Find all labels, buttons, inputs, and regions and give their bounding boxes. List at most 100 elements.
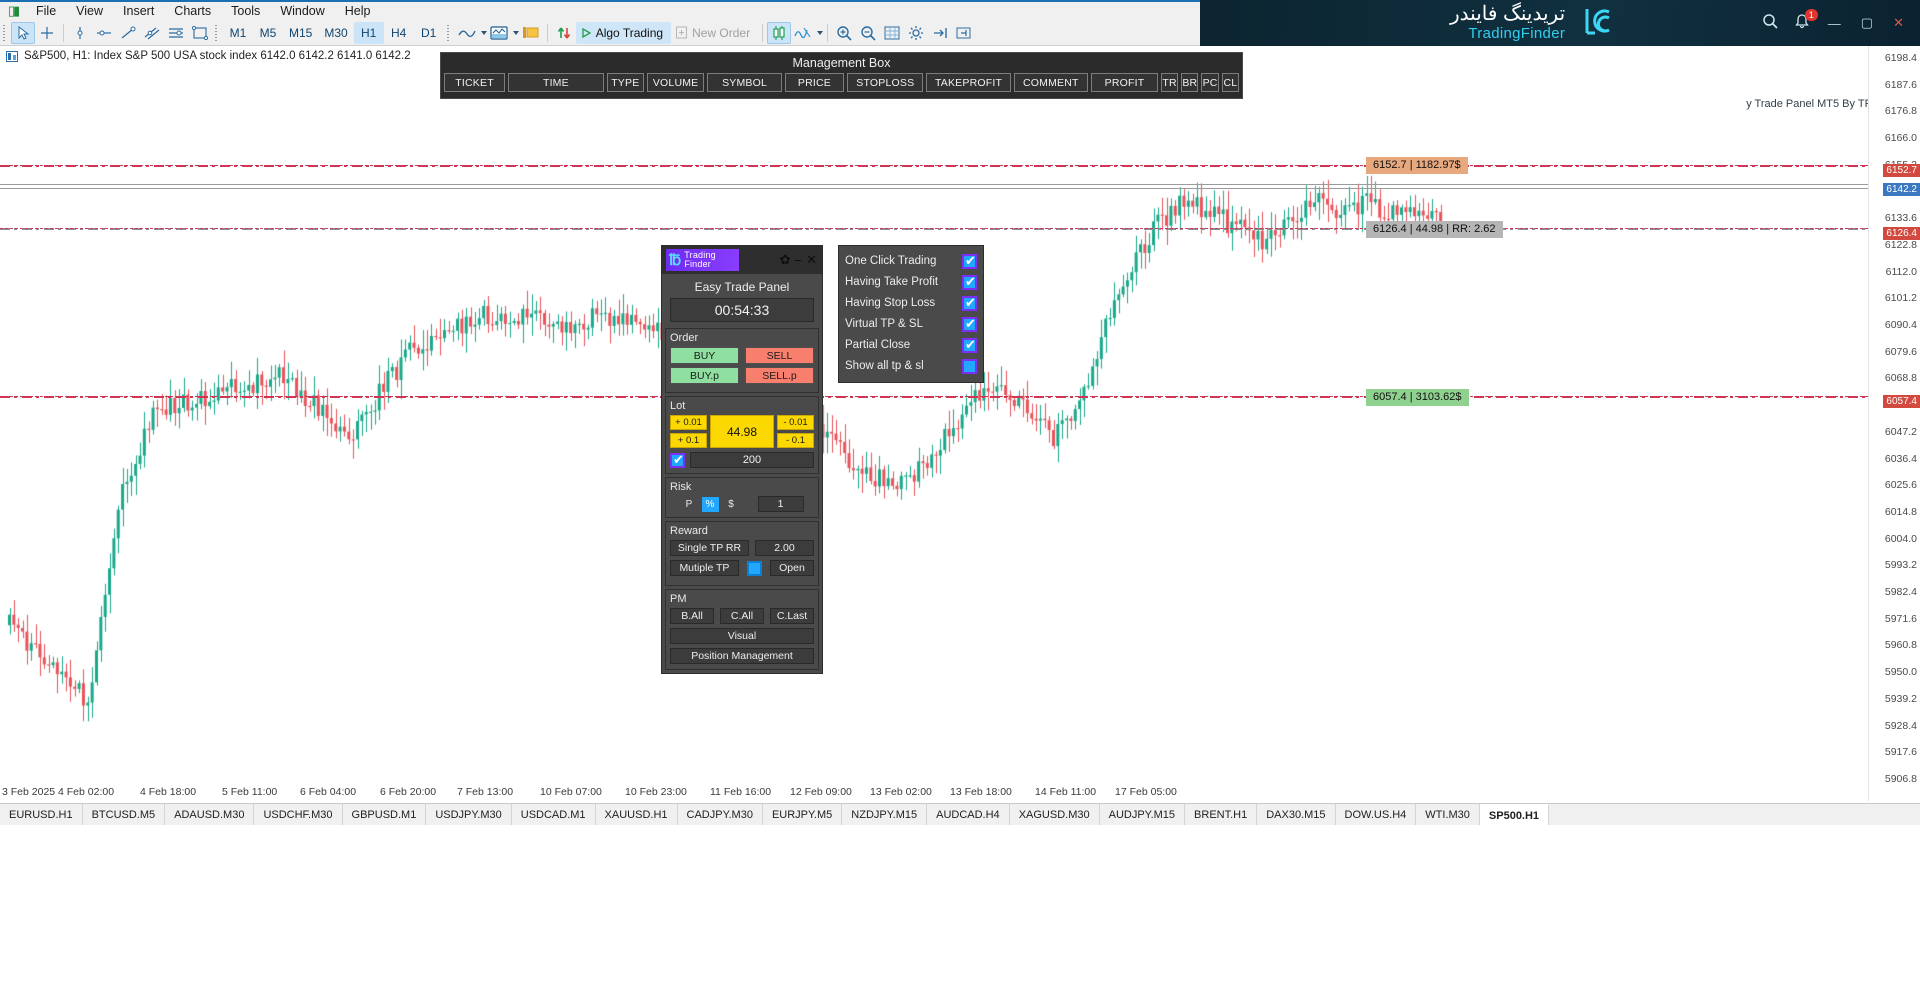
easy-trade-panel[interactable]: ℔ Trading Finder ✿ − ✕ Easy Trade Panel … <box>661 245 823 674</box>
symbol-tab-sp500-h1[interactable]: SP500.H1 <box>1480 804 1549 825</box>
symbol-tab-usdcad-m1[interactable]: USDCAD.M1 <box>512 804 596 825</box>
lot-value-field[interactable]: 44.98 <box>710 415 774 448</box>
up-down-arrows-icon[interactable] <box>552 22 576 44</box>
price-tag[interactable]: 6057.4 <box>1883 395 1920 408</box>
fibonacci-icon[interactable] <box>164 22 188 44</box>
position-management-button[interactable]: Position Management <box>670 648 814 664</box>
lot-checkbox[interactable] <box>670 453 685 468</box>
btn-br[interactable]: BR <box>1181 73 1198 92</box>
zoom-in-icon[interactable] <box>832 22 856 44</box>
options-panel[interactable]: One Click Trading Having Take Profit Hav… <box>838 245 984 383</box>
timeframe-m30[interactable]: M30 <box>318 22 353 44</box>
menu-item-file[interactable]: File <box>26 1 66 21</box>
menu-item-view[interactable]: View <box>66 1 113 21</box>
bell-icon[interactable]: 1 <box>1794 13 1810 33</box>
lot-minus-small-button[interactable]: - 0.01 <box>777 415 814 430</box>
option-row-having-take-profit[interactable]: Having Take Profit <box>845 272 977 292</box>
single-tp-value-field[interactable]: 2.00 <box>755 540 814 556</box>
buy-button[interactable]: BUY <box>670 347 739 364</box>
menu-item-charts[interactable]: Charts <box>164 1 221 21</box>
chart-area[interactable]: S&P500, H1: Index S&P 500 USA stock inde… <box>0 46 1920 801</box>
trendline-icon[interactable] <box>116 22 140 44</box>
sell-pending-button[interactable]: SELL.p <box>745 367 814 384</box>
level-label-6152[interactable]: 6152.7 | 1182.97$ <box>1366 157 1468 174</box>
option-row-virtual-tp-sl[interactable]: Virtual TP & SL <box>845 314 977 334</box>
close-icon[interactable]: ✕ <box>805 252 818 268</box>
lot-plus-small-button[interactable]: + 0.01 <box>670 415 707 430</box>
grid-icon[interactable] <box>880 22 904 44</box>
symbol-tab-dow-us-h4[interactable]: DOW.US.H4 <box>1336 804 1417 825</box>
symbol-tab-gbpusd-m1[interactable]: GBPUSD.M1 <box>343 804 427 825</box>
symbol-tab-eurusd-h1[interactable]: EURUSD.H1 <box>0 804 83 825</box>
horizontal-line-icon[interactable] <box>92 22 116 44</box>
symbol-tab-cadjpy-m30[interactable]: CADJPY.M30 <box>678 804 763 825</box>
timeframe-d1[interactable]: D1 <box>414 22 444 44</box>
close-icon[interactable]: ✕ <box>1891 15 1906 31</box>
symbol-tab-btcusd-m5[interactable]: BTCUSD.M5 <box>83 804 166 825</box>
symbol-tab-nzdjpy-m15[interactable]: NZDJPY.M15 <box>842 804 927 825</box>
checkbox-partial-close[interactable] <box>962 338 977 353</box>
template-icon[interactable] <box>487 22 511 44</box>
level-label-6126[interactable]: 6126.4 | 44.98 | RR: 2.62 <box>1366 221 1503 238</box>
visual-button[interactable]: Visual <box>670 628 814 644</box>
gear-icon[interactable] <box>904 22 928 44</box>
price-tag[interactable]: 6126.4 <box>1883 227 1920 240</box>
chevron-down-icon-2[interactable] <box>513 31 519 35</box>
panel-titlebar[interactable]: ℔ Trading Finder ✿ − ✕ <box>662 246 822 274</box>
buy-pending-button[interactable]: BUY.p <box>670 367 739 384</box>
chart-shift-icon[interactable] <box>952 22 976 44</box>
timeframe-m1[interactable]: M1 <box>223 22 253 44</box>
open-button[interactable]: Open <box>770 560 814 576</box>
cursor-arrow-icon[interactable] <box>11 22 35 44</box>
symbol-tab-audcad-h4[interactable]: AUDCAD.H4 <box>927 804 1010 825</box>
symbol-tab-xagusd-m30[interactable]: XAGUSD.M30 <box>1010 804 1100 825</box>
checkbox-show-all-tp-sl[interactable] <box>962 359 977 374</box>
option-row-having-stop-loss[interactable]: Having Stop Loss <box>845 293 977 313</box>
symbol-tab-wti-m30[interactable]: WTI.M30 <box>1416 804 1480 825</box>
autoscroll-icon[interactable] <box>928 22 952 44</box>
single-tp-rr-button[interactable]: Single TP RR <box>670 540 749 556</box>
chevron-down-icon[interactable] <box>481 31 487 35</box>
symbol-tab-bar[interactable]: EURUSD.H1BTCUSD.M5ADAUSD.M30USDCHF.M30GB… <box>0 803 1920 825</box>
price-tag[interactable]: 6142.2 <box>1883 183 1920 196</box>
equidistant-channel-icon[interactable] <box>140 22 164 44</box>
candlestick-icon[interactable] <box>767 22 791 44</box>
multiple-tp-button[interactable]: Mutiple TP <box>670 560 739 576</box>
col-takeprofit[interactable]: TAKEPROFIT <box>926 73 1010 92</box>
col-type[interactable]: TYPE <box>607 73 644 92</box>
checkbox-one-click-trading[interactable] <box>962 254 977 269</box>
close-all-button[interactable]: C.All <box>720 608 764 624</box>
risk-mode-percent[interactable]: % <box>702 497 719 512</box>
symbol-tab-usdjpy-m30[interactable]: USDJPY.M30 <box>426 804 511 825</box>
menu-item-window[interactable]: Window <box>270 1 334 21</box>
option-row-one-click-trading[interactable]: One Click Trading <box>845 251 977 271</box>
col-comment[interactable]: COMMENT <box>1014 73 1089 92</box>
maximize-icon[interactable]: ▢ <box>1859 15 1875 31</box>
folder-icon[interactable] <box>519 22 543 44</box>
shapes-icon[interactable] <box>188 22 212 44</box>
price-line-6126[interactable] <box>0 228 1868 230</box>
price-line-6057[interactable] <box>0 396 1868 398</box>
btn-pc[interactable]: PC <box>1201 73 1218 92</box>
btn-tr[interactable]: TR <box>1161 73 1178 92</box>
col-symbol[interactable]: SYMBOL <box>707 73 782 92</box>
level-label-6057[interactable]: 6057.4 | 3103.62$ <box>1366 389 1469 406</box>
risk-mode-dollar[interactable]: $ <box>723 497 740 512</box>
price-tag[interactable]: 6152.7 <box>1883 164 1920 177</box>
col-price[interactable]: PRICE <box>785 73 844 92</box>
price-line-6152[interactable] <box>0 165 1868 167</box>
risk-value-field[interactable]: 1 <box>758 496 804 512</box>
timeframe-h4[interactable]: H4 <box>384 22 414 44</box>
symbol-tab-brent-h1[interactable]: BRENT.H1 <box>1185 804 1257 825</box>
open-checkbox[interactable] <box>747 561 762 576</box>
new-order-button[interactable]: New Order <box>671 22 758 44</box>
col-volume[interactable]: VOLUME <box>647 73 704 92</box>
symbol-tab-audjpy-m15[interactable]: AUDJPY.M15 <box>1100 804 1185 825</box>
symbol-tab-dax30-m15[interactable]: DAX30.M15 <box>1257 804 1335 825</box>
minimize-icon[interactable]: − <box>794 253 804 268</box>
toolbar-grip-3[interactable] <box>446 23 453 43</box>
algo-trading-button[interactable]: Algo Trading <box>576 22 671 44</box>
zoom-out-icon[interactable] <box>856 22 880 44</box>
time-scale[interactable]: 3 Feb 20254 Feb 02:004 Feb 18:005 Feb 11… <box>0 786 1868 801</box>
crosshair-icon[interactable] <box>35 22 59 44</box>
